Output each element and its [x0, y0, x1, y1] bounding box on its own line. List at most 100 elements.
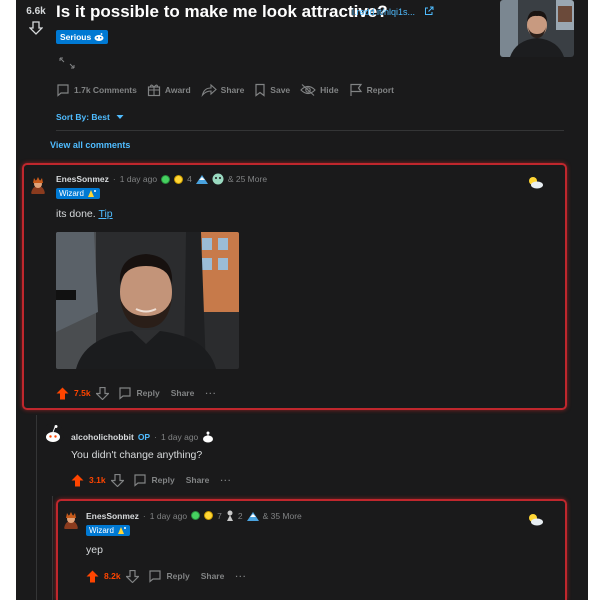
- report-label: Report: [366, 85, 394, 95]
- post-title[interactable]: Is it possible to make me look attractiv…: [56, 2, 388, 22]
- post-frame: 6.6k Is it possible to make me look attr…: [16, 0, 588, 600]
- comment-icon: [148, 570, 161, 583]
- caret-down-icon: [116, 115, 124, 119]
- share-button[interactable]: Share: [186, 475, 210, 485]
- share-button[interactable]: Share: [201, 571, 225, 581]
- flair-label: Wizard: [89, 526, 114, 535]
- sort-dropdown[interactable]: Sort By: Best: [56, 112, 124, 122]
- upvote-icon[interactable]: [71, 474, 84, 487]
- wizard-icon: [87, 190, 96, 197]
- comments-label: 1.7k Comments: [74, 85, 137, 95]
- eye-slash-icon: [300, 84, 316, 96]
- comment-author[interactable]: EnesSonmez: [86, 511, 139, 521]
- post-thumbnail[interactable]: [500, 0, 574, 57]
- avatar[interactable]: [28, 176, 48, 196]
- vote-count: 8.2k: [104, 571, 121, 581]
- upvote-icon[interactable]: [56, 387, 69, 400]
- award-icon[interactable]: [161, 174, 171, 184]
- flair-label: Wizard: [59, 189, 84, 198]
- share-button[interactable]: Share: [201, 83, 245, 97]
- comment-author[interactable]: alcoholichobbit: [71, 432, 134, 442]
- comment-body: yep: [86, 544, 103, 556]
- gift-icon: [147, 84, 160, 97]
- comment-actions: 8.2k Reply Share ···: [86, 569, 247, 583]
- flag-icon: [349, 83, 362, 96]
- award-icon[interactable]: [212, 173, 224, 185]
- more-options-button[interactable]: ···: [235, 571, 247, 581]
- comment-timestamp[interactable]: 1 day ago: [161, 432, 198, 442]
- expand-icon[interactable]: [58, 56, 76, 70]
- share-button[interactable]: Share: [171, 388, 195, 398]
- upvote-icon[interactable]: [86, 570, 99, 583]
- bookmark-icon: [255, 83, 265, 97]
- separator-dot: ·: [142, 510, 146, 521]
- comment-meta: EnesSonmez · 1 day ago 7 2 & 35 More: [86, 510, 302, 521]
- avatar[interactable]: [61, 511, 81, 531]
- sun-cloud-icon: [529, 177, 543, 189]
- snoo-icon: [94, 33, 104, 41]
- op-badge: OP: [137, 432, 151, 442]
- award-icon[interactable]: [246, 511, 259, 521]
- share-label: Share: [220, 85, 245, 95]
- tip-link[interactable]: Tip: [98, 208, 112, 220]
- external-link-icon[interactable]: [424, 6, 434, 16]
- comment-icon: [57, 84, 69, 97]
- comment-meta: alcoholichobbit OP · 1 day ago: [71, 431, 214, 443]
- award-button[interactable]: Award: [147, 83, 191, 97]
- view-all-comments-link[interactable]: View all comments: [50, 140, 130, 150]
- comment-author[interactable]: EnesSonmez: [56, 174, 109, 184]
- more-awards[interactable]: & 25 More: [228, 174, 267, 184]
- post-flair-label: Serious: [60, 32, 92, 42]
- avatar[interactable]: [42, 423, 64, 445]
- comment-icon: [133, 474, 146, 487]
- post-domain-link[interactable]: i.redd.it/nlqi1s...: [352, 7, 415, 17]
- downvote-icon[interactable]: [110, 473, 124, 487]
- divider: [56, 130, 564, 131]
- comment-meta: EnesSonmez · 1 day ago 4 & 25 More: [56, 173, 267, 185]
- save-button[interactable]: Save: [254, 83, 290, 97]
- separator-dot: ·: [154, 432, 157, 442]
- report-button[interactable]: Report: [349, 83, 394, 97]
- downvote-icon[interactable]: [95, 386, 109, 400]
- post-action-bar: 1.7k Comments Award Share Save Hide Repo…: [56, 83, 394, 97]
- reply-button[interactable]: Reply: [137, 388, 160, 398]
- share-icon: [201, 83, 217, 97]
- thread-line: [52, 496, 53, 600]
- separator-dot: ·: [112, 174, 116, 184]
- comment-actions: 3.1k Reply Share ···: [71, 473, 232, 487]
- comment-image[interactable]: [56, 232, 239, 369]
- comment-timestamp[interactable]: 1 day ago: [120, 174, 157, 184]
- post-vote-column: 6.6k: [24, 6, 48, 35]
- sort-label: Sort By: Best: [56, 112, 110, 122]
- hide-label: Hide: [320, 85, 339, 95]
- post-score: 6.6k: [26, 6, 46, 17]
- reply-button[interactable]: Reply: [152, 475, 175, 485]
- comment-timestamp[interactable]: 1 day ago: [150, 511, 187, 521]
- post-flair[interactable]: Serious: [56, 30, 109, 44]
- award-icon[interactable]: [202, 431, 214, 443]
- comment-body: its done. Tip: [56, 208, 113, 220]
- hide-button[interactable]: Hide: [300, 83, 339, 97]
- more-awards[interactable]: & 35 More: [263, 511, 302, 521]
- award-icon[interactable]: [195, 174, 208, 184]
- more-options-button[interactable]: ···: [205, 388, 217, 398]
- comments-button[interactable]: 1.7k Comments: [56, 83, 137, 97]
- award-count: 4: [187, 174, 192, 184]
- comment-icon: [118, 387, 131, 400]
- vote-count: 3.1k: [89, 475, 106, 485]
- more-options-button[interactable]: ···: [220, 475, 232, 485]
- comment-text: its done.: [56, 208, 96, 220]
- user-flair: Wizard: [56, 188, 100, 199]
- save-label: Save: [270, 85, 291, 95]
- award-icon[interactable]: [226, 510, 234, 521]
- user-flair: Wizard: [86, 525, 130, 536]
- thread-line: [36, 415, 37, 600]
- comment-body: You didn't change anything?: [71, 449, 203, 461]
- wizard-icon: [117, 527, 126, 534]
- downvote-icon[interactable]: [29, 21, 43, 35]
- reply-button[interactable]: Reply: [167, 571, 190, 581]
- downvote-icon[interactable]: [125, 569, 139, 583]
- award-icon[interactable]: [191, 511, 201, 520]
- award-icon[interactable]: [204, 511, 214, 520]
- award-icon[interactable]: [174, 174, 184, 184]
